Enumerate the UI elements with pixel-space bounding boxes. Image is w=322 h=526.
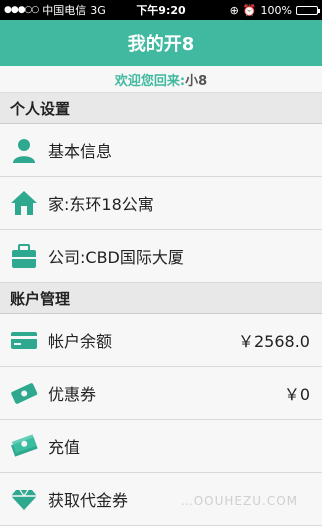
menu-item-label: 公司:CBD国际大厦 [48,248,184,267]
welcome-prefix: 欢迎您回来: [114,73,186,89]
balance-value: ￥2568.0 [238,332,310,351]
section-title: 账户管理 [10,289,71,308]
section-header-account: 账户管理 [0,283,322,314]
menu-item-label: 优惠券 [48,385,97,404]
battery-percent: 100% [260,3,292,17]
menu-item-label: 基本信息 [48,142,113,161]
nav-bar: 我的开8 [0,20,322,66]
menu-item-label: 家:东环18公寓 [48,195,154,214]
menu-item-label: 充值 [48,438,81,457]
section-title: 个人设置 [10,99,71,118]
section-header-personal: 个人设置 [0,93,322,124]
menu-item-coupons[interactable]: 优惠券 ￥0 [0,367,322,420]
diamond-icon [10,485,38,513]
person-icon [10,136,38,164]
status-time: 下午9:20 [136,4,186,17]
watermark: …OOUHEZU.COM [180,494,298,508]
briefcase-icon [10,242,38,270]
signal-strength-icon: ●●●○○ [4,5,39,15]
rotation-lock-icon: ⊕ [229,3,239,17]
battery-icon [296,5,320,15]
welcome-user-name: 小8 [185,73,208,89]
welcome-banner: 欢迎您回来: 小8 [0,66,322,93]
menu-item-label: 帐户余额 [48,332,113,351]
ticket-icon [10,379,38,407]
network-type: 3G [90,3,106,17]
menu-item-basic-info[interactable]: 基本信息 [0,124,322,177]
carrier-name: 中国电信 [42,4,87,17]
alarm-icon: ⏰ [242,3,257,17]
coupon-value: ￥0 [283,385,310,404]
menu-item-recharge[interactable]: 充值 [0,420,322,473]
home-icon [10,189,38,217]
cash-icon [10,432,38,460]
page-title: 我的开8 [127,34,195,55]
menu-item-account-balance[interactable]: 帐户余额 ￥2568.0 [0,314,322,367]
menu-item-home-address[interactable]: 家:东环18公寓 [0,177,322,230]
status-bar: ●●●○○ 中国电信 3G 下午9:20 ⊕ ⏰ 100% [0,0,322,20]
card-icon [10,326,38,354]
menu-item-company-address[interactable]: 公司:CBD国际大厦 [0,230,322,283]
